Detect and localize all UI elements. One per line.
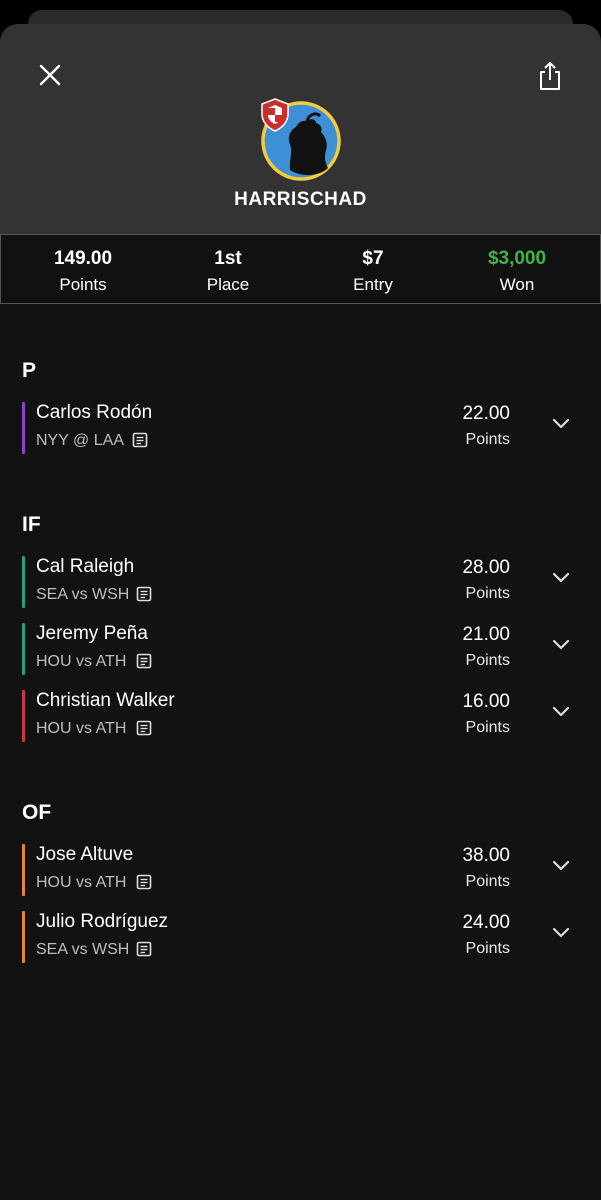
player-name: Christian Walker xyxy=(36,690,175,711)
game-matchup: SEA vs WSH xyxy=(36,586,130,603)
player-row[interactable]: Jose Altuve HOU vs ATH 38.00 Points xyxy=(22,844,582,896)
close-icon xyxy=(39,64,61,86)
stat-value: 1st xyxy=(214,248,242,269)
section-title-if: IF xyxy=(22,513,41,536)
points-label: Points xyxy=(465,873,510,890)
player-row[interactable]: Julio Rodríguez SEA vs WSH 24.00 Points xyxy=(22,911,582,963)
game-matchup: SEA vs WSH xyxy=(36,941,130,958)
player-points: 28.00 xyxy=(462,557,510,578)
avatar xyxy=(260,98,342,182)
username: HARRISCHAD xyxy=(234,189,367,210)
points-label: Points xyxy=(465,719,510,736)
share-icon xyxy=(540,62,560,90)
position-color-bar xyxy=(22,556,25,608)
notes-icon[interactable] xyxy=(136,586,152,602)
stat-won: $3,000 Won xyxy=(447,235,587,295)
player-name: Jeremy Peña xyxy=(36,623,148,644)
chevron-down-icon[interactable] xyxy=(551,704,571,718)
stat-value: 149.00 xyxy=(53,248,113,269)
stat-entry: $7 Entry xyxy=(303,235,443,295)
player-name: Jose Altuve xyxy=(36,844,134,865)
stat-points: 149.00 Points xyxy=(13,235,153,295)
chevron-down-icon[interactable] xyxy=(551,925,571,939)
player-points: 38.00 xyxy=(462,845,510,866)
position-color-bar xyxy=(22,844,25,896)
close-button[interactable] xyxy=(36,61,64,89)
player-row[interactable]: Christian Walker HOU vs ATH 16.00 Points xyxy=(22,690,582,742)
chevron-down-icon[interactable] xyxy=(551,637,571,651)
player-row[interactable]: Carlos Rodón NYY @ LAA 22.00 Points xyxy=(22,402,582,454)
player-points: 24.00 xyxy=(462,912,510,933)
notes-icon[interactable] xyxy=(136,720,152,736)
player-name: Cal Raleigh xyxy=(36,556,135,577)
section-title-p: P xyxy=(22,359,37,382)
chevron-down-icon[interactable] xyxy=(551,570,571,584)
game-matchup: HOU vs ATH xyxy=(36,874,127,891)
stats-bar: 149.00 Points 1st Place $7 Entry $3,000 … xyxy=(0,234,601,304)
player-points: 22.00 xyxy=(462,403,510,424)
player-name: Julio Rodríguez xyxy=(36,911,169,932)
player-points: 21.00 xyxy=(462,624,510,645)
stat-label: Place xyxy=(206,275,250,294)
stat-place: 1st Place xyxy=(158,235,298,295)
stat-label: Entry xyxy=(353,275,393,294)
stat-label: Points xyxy=(59,275,107,294)
chevron-down-icon[interactable] xyxy=(551,416,571,430)
player-points: 16.00 xyxy=(462,691,510,712)
game-matchup: HOU vs ATH xyxy=(36,653,127,670)
notes-icon[interactable] xyxy=(136,941,152,957)
player-row[interactable]: Jeremy Peña HOU vs ATH 21.00 Points xyxy=(22,623,582,675)
player-name: Carlos Rodón xyxy=(36,402,153,423)
points-label: Points xyxy=(465,652,510,669)
game-matchup: NYY @ LAA xyxy=(36,432,124,449)
player-row[interactable]: Cal Raleigh SEA vs WSH 28.00 Points xyxy=(22,556,582,608)
notes-icon[interactable] xyxy=(136,653,152,669)
position-color-bar xyxy=(22,623,25,675)
notes-icon[interactable] xyxy=(136,874,152,890)
game-matchup: HOU vs ATH xyxy=(36,720,127,737)
section-title-of: OF xyxy=(22,801,52,824)
stat-value: $7 xyxy=(362,248,384,269)
stat-value: $3,000 xyxy=(487,248,547,269)
position-color-bar xyxy=(22,402,25,454)
points-label: Points xyxy=(465,431,510,448)
position-color-bar xyxy=(22,690,25,742)
points-label: Points xyxy=(465,585,510,602)
position-color-bar xyxy=(22,911,25,963)
notes-icon[interactable] xyxy=(132,432,148,448)
points-label: Points xyxy=(465,940,510,957)
entry-detail-sheet: HARRISCHAD 149.00 Points 1st Place $7 En… xyxy=(0,24,601,1200)
stat-label: Won xyxy=(499,275,535,294)
share-button[interactable] xyxy=(536,60,564,92)
shield-badge-icon xyxy=(261,98,289,132)
chevron-down-icon[interactable] xyxy=(551,858,571,872)
profile-header: HARRISCHAD xyxy=(0,24,601,234)
